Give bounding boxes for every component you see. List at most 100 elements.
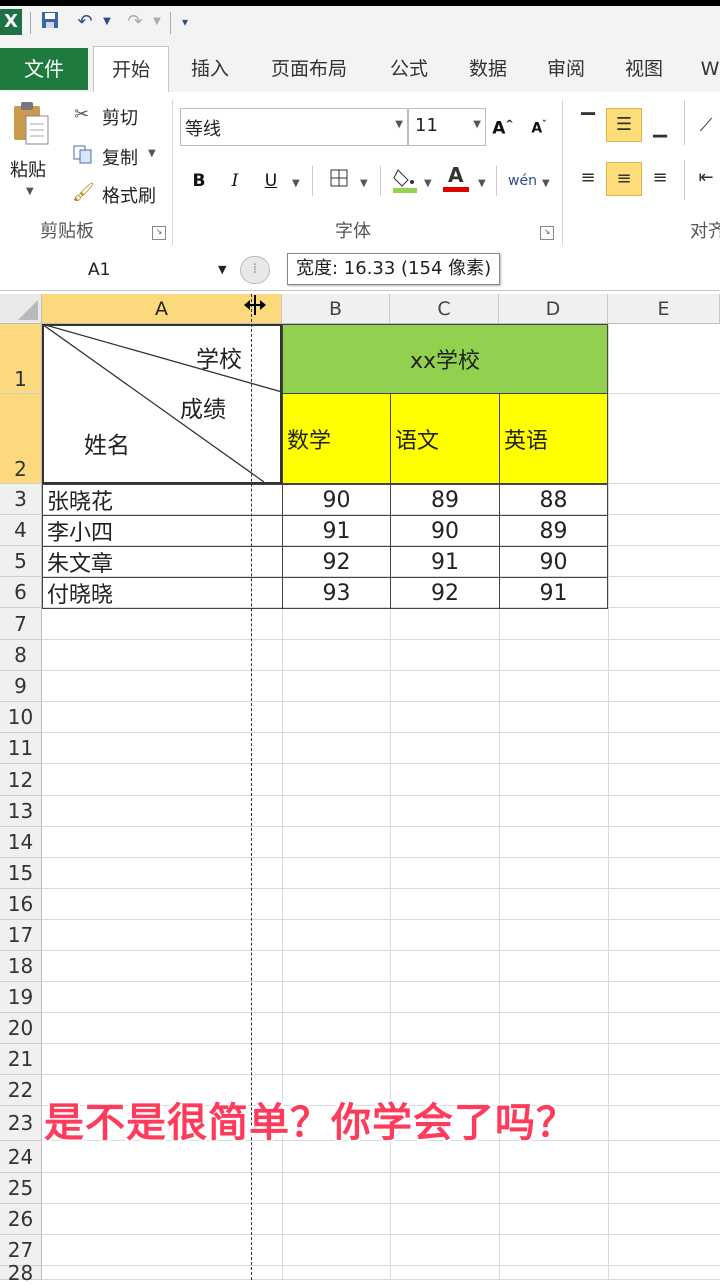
font-size-select[interactable]: 11 ▼ bbox=[408, 108, 486, 146]
student-name-cell[interactable]: 张晓花 bbox=[42, 484, 283, 516]
school-header-cell[interactable]: xx学校 bbox=[282, 324, 608, 394]
row-header-24[interactable]: 24 bbox=[0, 1141, 42, 1173]
format-painter-button[interactable]: 格式刷 bbox=[102, 182, 156, 208]
score-cell[interactable]: 90 bbox=[390, 515, 500, 547]
borders-dropdown-icon[interactable]: ▼ bbox=[360, 178, 368, 189]
paste-dropdown-icon[interactable]: ▼ bbox=[26, 186, 34, 197]
row-header-15[interactable]: 15 bbox=[0, 858, 42, 889]
student-name-cell[interactable]: 付晓晓 bbox=[42, 577, 283, 609]
score-cell[interactable]: 90 bbox=[282, 484, 391, 516]
row-header-16[interactable]: 16 bbox=[0, 889, 42, 920]
align-left-icon[interactable]: ≡ bbox=[570, 162, 606, 196]
tab-data[interactable]: 数据 bbox=[456, 52, 520, 86]
score-cell[interactable]: 93 bbox=[282, 577, 391, 609]
italic-button[interactable]: I bbox=[222, 168, 248, 194]
align-right-icon[interactable]: ≡ bbox=[642, 162, 678, 196]
font-launcher-icon[interactable]: ↘ bbox=[540, 226, 554, 240]
score-cell[interactable]: 91 bbox=[390, 546, 500, 578]
score-cell[interactable]: 92 bbox=[390, 577, 500, 609]
score-cell[interactable]: 92 bbox=[282, 546, 391, 578]
copy-button[interactable]: 复制 bbox=[102, 144, 138, 170]
score-cell[interactable]: 91 bbox=[282, 515, 391, 547]
row-header-2[interactable]: 2 bbox=[0, 394, 42, 484]
row-header-12[interactable]: 12 bbox=[0, 764, 42, 796]
student-name-cell[interactable]: 朱文章 bbox=[42, 546, 283, 578]
cut-button[interactable]: 剪切 bbox=[102, 104, 138, 130]
row-header-7[interactable]: 7 bbox=[0, 608, 42, 640]
font-name-select[interactable]: 等线 ▼ bbox=[180, 108, 408, 146]
subject-chinese-cell[interactable]: 语文 bbox=[390, 393, 500, 484]
row-header-6[interactable]: 6 bbox=[0, 577, 42, 608]
increase-font-size-icon[interactable]: A^ bbox=[490, 112, 516, 139]
column-header-c[interactable]: C bbox=[390, 294, 499, 324]
underline-dropdown-icon[interactable]: ▼ bbox=[292, 178, 300, 189]
row-header-18[interactable]: 18 bbox=[0, 951, 42, 982]
row-header-1[interactable]: 1 bbox=[0, 324, 42, 394]
student-name-cell[interactable]: 李小四 bbox=[42, 515, 283, 547]
save-icon[interactable] bbox=[38, 10, 62, 34]
undo-dropdown-icon[interactable]: ▼ bbox=[100, 10, 114, 34]
orientation-icon[interactable]: ⟋ bbox=[692, 110, 720, 144]
decrease-indent-icon[interactable]: ⇤ bbox=[692, 162, 720, 196]
row-header-26[interactable]: 26 bbox=[0, 1204, 42, 1235]
tab-home[interactable]: 开始 bbox=[93, 46, 169, 93]
row-header-9[interactable]: 9 bbox=[0, 671, 42, 702]
row-header-20[interactable]: 20 bbox=[0, 1013, 42, 1044]
diagonal-header-cell[interactable]: 学校 成绩 姓名 bbox=[42, 324, 282, 484]
tab-file[interactable]: 文件 bbox=[0, 48, 88, 90]
excel-app-icon[interactable]: X bbox=[0, 9, 22, 35]
row-header-8[interactable]: 8 bbox=[0, 640, 42, 671]
score-cell[interactable]: 91 bbox=[499, 577, 608, 609]
decrease-font-size-icon[interactable]: Aˇ bbox=[526, 112, 552, 138]
row-header-4[interactable]: 4 bbox=[0, 515, 42, 546]
row-header-14[interactable]: 14 bbox=[0, 827, 42, 858]
row-header-25[interactable]: 25 bbox=[0, 1173, 42, 1204]
redo-dropdown-icon[interactable]: ▼ bbox=[150, 10, 164, 34]
tab-review[interactable]: 审阅 bbox=[534, 52, 598, 86]
row-header-11[interactable]: 11 bbox=[0, 733, 42, 764]
row-header-23[interactable]: 23 bbox=[0, 1106, 42, 1141]
score-cell[interactable]: 89 bbox=[499, 515, 608, 547]
row-header-5[interactable]: 5 bbox=[0, 546, 42, 577]
redo-icon[interactable]: ↷ bbox=[122, 10, 148, 34]
score-cell[interactable]: 89 bbox=[390, 484, 500, 516]
row-header-19[interactable]: 19 bbox=[0, 982, 42, 1013]
row-header-22[interactable]: 22 bbox=[0, 1075, 42, 1106]
paste-icon[interactable] bbox=[10, 100, 52, 148]
name-box[interactable]: A1 ▼ bbox=[0, 254, 236, 286]
row-header-21[interactable]: 21 bbox=[0, 1044, 42, 1075]
score-cell[interactable]: 88 bbox=[499, 484, 608, 516]
row-header-28[interactable]: 28 bbox=[0, 1263, 42, 1283]
fill-color-dropdown-icon[interactable]: ▼ bbox=[424, 178, 432, 189]
tab-insert[interactable]: 插入 bbox=[178, 52, 242, 86]
column-header-e[interactable]: E bbox=[608, 294, 720, 324]
tab-page-layout[interactable]: 页面布局 bbox=[258, 52, 360, 86]
subject-math-cell[interactable]: 数学 bbox=[282, 393, 391, 484]
score-cell[interactable]: 90 bbox=[499, 546, 608, 578]
align-bottom-icon[interactable]: ▁ bbox=[642, 112, 678, 146]
font-color-dropdown-icon[interactable]: ▼ bbox=[478, 178, 486, 189]
customize-qat-icon[interactable]: ▾ bbox=[176, 10, 194, 34]
column-header-b[interactable]: B bbox=[282, 294, 390, 324]
column-header-d[interactable]: D bbox=[499, 294, 608, 324]
borders-icon[interactable] bbox=[326, 168, 352, 194]
underline-button[interactable]: U bbox=[258, 168, 284, 194]
phonetic-dropdown-icon[interactable]: ▼ bbox=[542, 178, 550, 189]
row-header-13[interactable]: 13 bbox=[0, 796, 42, 827]
select-all-corner[interactable] bbox=[0, 294, 42, 324]
fill-color-icon[interactable] bbox=[392, 166, 418, 193]
undo-icon[interactable]: ↶ bbox=[72, 10, 98, 34]
tab-view[interactable]: 视图 bbox=[612, 52, 676, 86]
row-header-3[interactable]: 3 bbox=[0, 484, 42, 515]
bold-button[interactable]: B bbox=[186, 168, 212, 194]
font-color-icon[interactable]: A bbox=[442, 163, 469, 192]
tab-more[interactable]: W bbox=[700, 52, 720, 86]
subject-english-cell[interactable]: 英语 bbox=[499, 393, 608, 484]
align-top-icon[interactable]: ▔ bbox=[570, 108, 606, 142]
phonetic-guide-icon[interactable]: wén bbox=[508, 168, 537, 194]
formula-bar-splitter-icon[interactable]: ⁞ bbox=[240, 256, 270, 284]
paste-button[interactable]: 粘贴 bbox=[10, 156, 46, 182]
copy-dropdown-icon[interactable]: ▼ bbox=[148, 148, 156, 159]
align-middle-icon[interactable]: ☰ bbox=[606, 108, 642, 142]
tab-formulas[interactable]: 公式 bbox=[376, 52, 442, 86]
